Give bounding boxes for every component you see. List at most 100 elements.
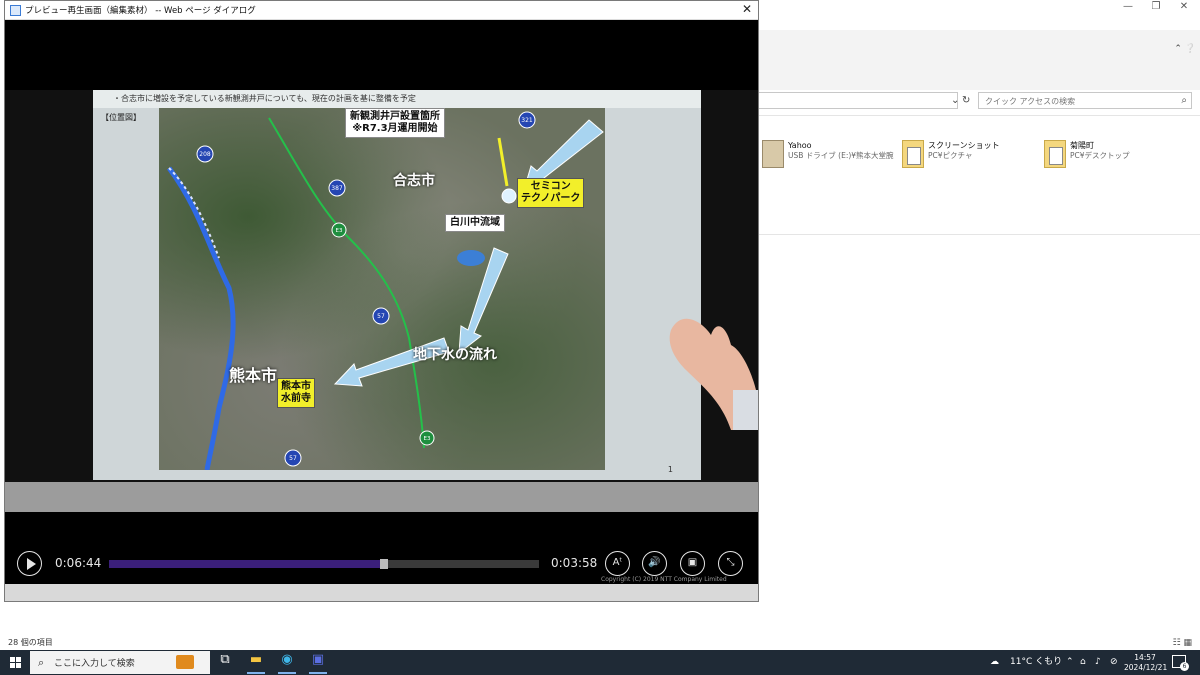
dialog-app-icon [10,5,21,16]
close-button[interactable]: ✕ [1170,0,1198,14]
video-preview-dialog: プレビュー再生画面（編集素材） -- Web ページ ダイアログ ✕ ・合志市に… [4,0,759,602]
weather-icon[interactable]: ☁ [990,650,999,675]
dialog-close-button[interactable]: ✕ [742,2,752,16]
file-item-name: スクリーンショット [928,141,1000,150]
fullscreen-exit-button[interactable]: ⤡ [718,551,743,576]
weather-text[interactable]: 11°C くもり [1010,650,1062,675]
file-explorer-icon[interactable]: ▬ [243,652,269,674]
river-line [166,166,236,470]
road-number-57a: 57 [377,313,385,320]
highway-label-e3a: E3 [336,228,343,234]
file-item-path: PC¥デスクトップ [1070,151,1130,160]
file-item-path: PC¥ピクチャ [928,151,973,160]
new-well-callout: 新観測井戸設置箇所 ※R7.3月運用開始 [345,108,445,138]
divider [758,234,1200,235]
dialog-bottom-strip [5,584,758,601]
dialog-title: プレビュー再生画面（編集素材） -- Web ページ ダイアログ [25,6,256,16]
highway-label-e3b: E3 [424,436,431,442]
new-well-label: 新観測井戸設置箇所 [350,111,440,122]
semicon-label-2: テクノパーク [521,193,581,204]
clock-date: 2024/12/21 [1124,663,1168,672]
video-frame[interactable]: ・合志市に増設を予定している新観測井戸についても、現在の計画を基に整備を予定 【… [5,20,758,584]
notification-count-badge: 6 [1180,662,1189,671]
file-item-screenshot[interactable]: スクリーンショット PC¥ピクチャ [902,140,1000,174]
road-number-57b: 57 [289,455,297,462]
divider [758,115,1200,116]
kumamoto-city-label: 熊本市 [229,366,278,385]
slide-tag: 【位置図】 [101,113,141,122]
file-item-kikuyo[interactable]: 菊陽町 PC¥デスクトップ [1044,140,1130,174]
restore-button[interactable]: ❐ [1142,0,1170,14]
file-item-path: USB ドライブ (E:)¥熊本大堂腕 [788,151,894,160]
semicon-callout: セミコン テクノパーク [517,178,585,208]
semicon-label-1: セミコン [530,181,571,192]
presenter-hand [669,318,758,430]
remaining-time: 0:03:58 [551,556,598,570]
floor-strip [5,482,758,512]
slide-header-text: ・合志市に増設を予定している新観測井戸についても、現在の計画を基に整備を予定 [93,90,701,108]
slide-page-number: 1 [667,465,673,474]
view-toggle-icons[interactable]: ☷ ▦ [1173,638,1192,648]
road-number-387: 387 [331,185,343,192]
address-bar[interactable] [758,92,958,109]
road-number-321: 321 [521,117,533,124]
teams-icon[interactable]: ▣ [305,652,331,674]
map-overlay: 208 387 321 57 57 E3 E3 [166,111,604,470]
explorer-search-placeholder: クイック アクセスの検索 [985,97,1076,106]
refresh-icon[interactable]: ↻ [962,95,970,106]
file-item-name: Yahoo [788,141,812,150]
play-button[interactable] [17,551,42,576]
satellite-map: 208 387 321 57 57 E3 E3 新観測井戸設置箇所 ※R7.3月… [159,108,605,470]
taskbar-search-placeholder: ここに入力して検索 [54,659,135,669]
groundwater-flow-label: 地下水の流れ [413,347,497,363]
koshi-city-label: 合志市 [393,173,435,189]
taskbar: ⌕ ここに入力して検索 ⧉ ▬ ◉ ▣ ☁ 11°C くもり ⌃ ⌂ ♪ ⊘ 1… [0,650,1200,675]
copyright-text: Copyright (C) 2019 NTT Company Limited [601,576,727,583]
file-item-name: 菊陽町 [1070,141,1094,150]
tray-overflow-icon[interactable]: ⌃ [1066,650,1074,675]
suizenji-callout: 熊本市 水前寺 [277,378,315,408]
explorer-search-input[interactable]: クイック アクセスの検索 ⌕ [978,92,1192,109]
captions-button[interactable]: Aᵗ [605,551,630,576]
search-icon: ⌕ [1181,95,1187,106]
volume-icon[interactable]: ♪ [1095,650,1101,675]
pointer-line [497,137,509,187]
ribbon-toggle-icon[interactable]: ⌃ ❔ [1174,44,1196,54]
explorer-ribbon: ⌃ ❔ [758,30,1200,90]
taskbar-search-box[interactable]: ⌕ ここに入力して検索 [30,651,210,674]
highway-shield [331,222,435,446]
usb-drive-icon [762,140,784,168]
seek-progress [109,560,380,568]
clock-time: 14:57 [1134,653,1156,662]
cast-screen-button[interactable]: ▣ [680,551,705,576]
road-number-208: 208 [199,151,211,158]
suizenji-label-2: 水前寺 [281,393,311,404]
explorer-titlebar: — ❐ ✕ [758,0,1200,30]
seek-thumb[interactable] [379,559,388,569]
file-item-yahoo[interactable]: Yahoo USB ドライブ (E:)¥熊本大堂腕 [762,140,894,174]
item-count-status: 28 個の項目 [8,638,53,647]
system-clock[interactable]: 14:57 2024/12/21 [1124,653,1168,673]
folder-icon [1044,140,1066,168]
search-icon: ⌕ [38,656,45,669]
windows-start-button[interactable] [0,650,30,675]
seek-bar[interactable] [109,559,539,569]
room-background [5,20,758,90]
elapsed-time: 0:06:44 [55,556,102,570]
briefcase-icon[interactable] [176,655,194,669]
dialog-titlebar: プレビュー再生画面（編集素材） -- Web ページ ダイアログ ✕ [5,1,758,20]
folder-icon [902,140,924,168]
shirakawa-area [457,250,485,266]
volume-button[interactable]: 🔊 [642,551,667,576]
task-view-icon[interactable]: ⧉ [212,652,238,673]
sync-icon[interactable]: ⊘ [1110,650,1118,675]
suizenji-label-1: 熊本市 [281,381,311,392]
minimize-button[interactable]: — [1114,0,1142,14]
well-marker [501,188,517,204]
address-dropdown-icon[interactable]: ⌄ [951,95,959,106]
edge-browser-icon[interactable]: ◉ [274,652,300,674]
new-well-note: ※R7.3月運用開始 [352,123,438,134]
presentation-screen: ・合志市に増設を予定している新観測井戸についても、現在の計画を基に整備を予定 【… [93,90,701,480]
shirakawa-callout: 白川中流域 [445,214,505,232]
network-icon[interactable]: ⌂ [1080,650,1086,675]
